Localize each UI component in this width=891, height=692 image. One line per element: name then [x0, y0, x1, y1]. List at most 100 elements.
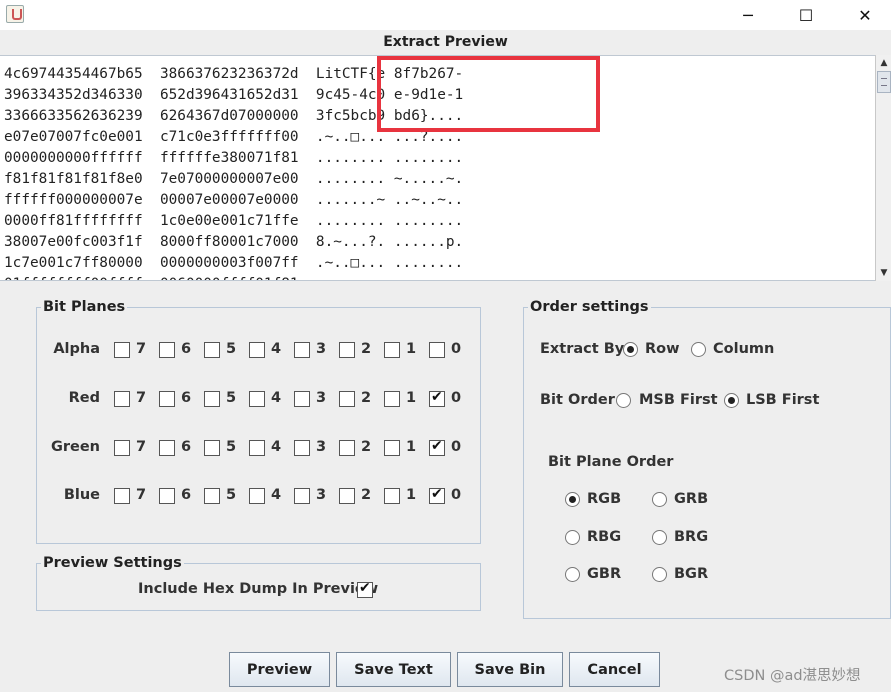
green-bit-6-label[interactable]: 6	[181, 439, 191, 455]
alpha-bit-1-checkbox[interactable]	[384, 342, 400, 358]
scroll-down-arrow-icon[interactable]: ▼	[878, 267, 890, 279]
blue-bit-7-label[interactable]: 7	[136, 487, 146, 503]
green-bit-6-checkbox[interactable]	[159, 440, 175, 456]
blue-bit-0-checkbox[interactable]	[429, 486, 445, 504]
blue-bit-7-checkbox[interactable]	[114, 488, 130, 504]
green-bit-3-label[interactable]: 3	[316, 439, 326, 455]
hex-dump-checkbox[interactable]	[357, 580, 373, 598]
red-bit-6-label[interactable]: 6	[181, 390, 191, 406]
red-bit-3-checkbox[interactable]	[294, 391, 310, 407]
red-bit-0-label[interactable]: 0	[451, 390, 461, 406]
preview-scrollbar[interactable]: ▲ ▼	[875, 55, 891, 281]
msb-first-radio[interactable]	[616, 393, 631, 408]
alpha-bit-3-label[interactable]: 3	[316, 341, 326, 357]
blue-bit-2-label[interactable]: 2	[361, 487, 371, 503]
blue-bit-6-checkbox[interactable]	[159, 488, 175, 504]
alpha-bit-2-checkbox[interactable]	[339, 342, 355, 358]
blue-bit-1-label[interactable]: 1	[406, 487, 416, 503]
save-text-button[interactable]: Save Text	[336, 652, 451, 687]
red-bit-5-checkbox[interactable]	[204, 391, 220, 407]
blue-bit-6-label[interactable]: 6	[181, 487, 191, 503]
extract-by-row-radio[interactable]	[623, 342, 638, 357]
msb-first-label[interactable]: MSB First	[639, 392, 718, 408]
scroll-thumb[interactable]	[877, 71, 891, 93]
preview-line: 1c7e001c7ff80000 0000000003f007ff .~..□.…	[4, 255, 464, 271]
green-bit-5-checkbox[interactable]	[204, 440, 220, 456]
plane-order-gbr-label[interactable]: GBR	[587, 566, 621, 582]
extract-by-row-label[interactable]: Row	[645, 341, 680, 357]
alpha-bit-7-label[interactable]: 7	[136, 341, 146, 357]
plane-order-rbg-label[interactable]: RBG	[587, 529, 621, 545]
order-settings-legend: Order settings	[530, 299, 649, 315]
plane-order-rbg-radio[interactable]	[565, 530, 580, 545]
red-bit-1-checkbox[interactable]	[384, 391, 400, 407]
blue-bit-4-label[interactable]: 4	[271, 487, 281, 503]
plane-order-grb-radio[interactable]	[652, 492, 667, 507]
green-bit-1-checkbox[interactable]	[384, 440, 400, 456]
blue-bit-2-checkbox[interactable]	[339, 488, 355, 504]
plane-order-brg-label[interactable]: BRG	[674, 529, 708, 545]
extract-preview-textarea[interactable]: 4c69744354467b65 386637623236372d LitCTF…	[0, 55, 875, 281]
red-bit-5-label[interactable]: 5	[226, 390, 236, 406]
alpha-bit-5-checkbox[interactable]	[204, 342, 220, 358]
close-button[interactable]: ✕	[842, 0, 888, 30]
red-bit-0-checkbox[interactable]	[429, 389, 445, 407]
green-bit-0-label[interactable]: 0	[451, 439, 461, 455]
blue-bit-1-checkbox[interactable]	[384, 488, 400, 504]
alpha-bit-5-label[interactable]: 5	[226, 341, 236, 357]
green-bit-7-label[interactable]: 7	[136, 439, 146, 455]
green-bit-2-checkbox[interactable]	[339, 440, 355, 456]
green-bit-7-checkbox[interactable]	[114, 440, 130, 456]
alpha-bit-2-label[interactable]: 2	[361, 341, 371, 357]
blue-bit-0-label[interactable]: 0	[451, 487, 461, 503]
alpha-bit-0-checkbox[interactable]	[429, 342, 445, 358]
blue-bit-5-label[interactable]: 5	[226, 487, 236, 503]
preview-button[interactable]: Preview	[229, 652, 330, 687]
plane-order-rgb-radio[interactable]	[565, 492, 580, 507]
red-bit-4-label[interactable]: 4	[271, 390, 281, 406]
blue-bit-3-checkbox[interactable]	[294, 488, 310, 504]
alpha-bit-1-label[interactable]: 1	[406, 341, 416, 357]
alpha-bit-7-checkbox[interactable]	[114, 342, 130, 358]
blue-bit-3-label[interactable]: 3	[316, 487, 326, 503]
save-bin-button[interactable]: Save Bin	[457, 652, 563, 687]
alpha-bit-0-label[interactable]: 0	[451, 341, 461, 357]
green-bit-1-label[interactable]: 1	[406, 439, 416, 455]
extract-by-column-radio[interactable]	[691, 342, 706, 357]
green-bit-5-label[interactable]: 5	[226, 439, 236, 455]
green-bit-2-label[interactable]: 2	[361, 439, 371, 455]
red-bit-2-checkbox[interactable]	[339, 391, 355, 407]
alpha-bit-4-checkbox[interactable]	[249, 342, 265, 358]
red-bit-7-label[interactable]: 7	[136, 390, 146, 406]
cancel-button[interactable]: Cancel	[569, 652, 660, 687]
lsb-first-label[interactable]: LSB First	[746, 392, 819, 408]
plane-order-bgr-radio[interactable]	[652, 567, 667, 582]
green-bit-0-checkbox[interactable]	[429, 438, 445, 456]
red-bit-2-label[interactable]: 2	[361, 390, 371, 406]
red-bit-3-label[interactable]: 3	[316, 390, 326, 406]
green-bit-3-checkbox[interactable]	[294, 440, 310, 456]
blue-bit-4-checkbox[interactable]	[249, 488, 265, 504]
alpha-bit-3-checkbox[interactable]	[294, 342, 310, 358]
alpha-bit-4-label[interactable]: 4	[271, 341, 281, 357]
plane-order-bgr-label[interactable]: BGR	[674, 566, 708, 582]
minimize-button[interactable]: ─	[725, 0, 771, 30]
red-bit-7-checkbox[interactable]	[114, 391, 130, 407]
red-bit-1-label[interactable]: 1	[406, 390, 416, 406]
red-bit-4-checkbox[interactable]	[249, 391, 265, 407]
maximize-button[interactable]: ☐	[783, 0, 829, 30]
red-bit-6-checkbox[interactable]	[159, 391, 175, 407]
channel-label-alpha: Alpha	[53, 341, 100, 357]
green-bit-4-checkbox[interactable]	[249, 440, 265, 456]
alpha-bit-6-label[interactable]: 6	[181, 341, 191, 357]
green-bit-4-label[interactable]: 4	[271, 439, 281, 455]
alpha-bit-6-checkbox[interactable]	[159, 342, 175, 358]
lsb-first-radio[interactable]	[724, 393, 739, 408]
plane-order-rgb-label[interactable]: RGB	[587, 491, 621, 507]
extract-by-column-label[interactable]: Column	[713, 341, 774, 357]
blue-bit-5-checkbox[interactable]	[204, 488, 220, 504]
scroll-up-arrow-icon[interactable]: ▲	[878, 57, 890, 69]
plane-order-brg-radio[interactable]	[652, 530, 667, 545]
plane-order-grb-label[interactable]: GRB	[674, 491, 708, 507]
plane-order-gbr-radio[interactable]	[565, 567, 580, 582]
